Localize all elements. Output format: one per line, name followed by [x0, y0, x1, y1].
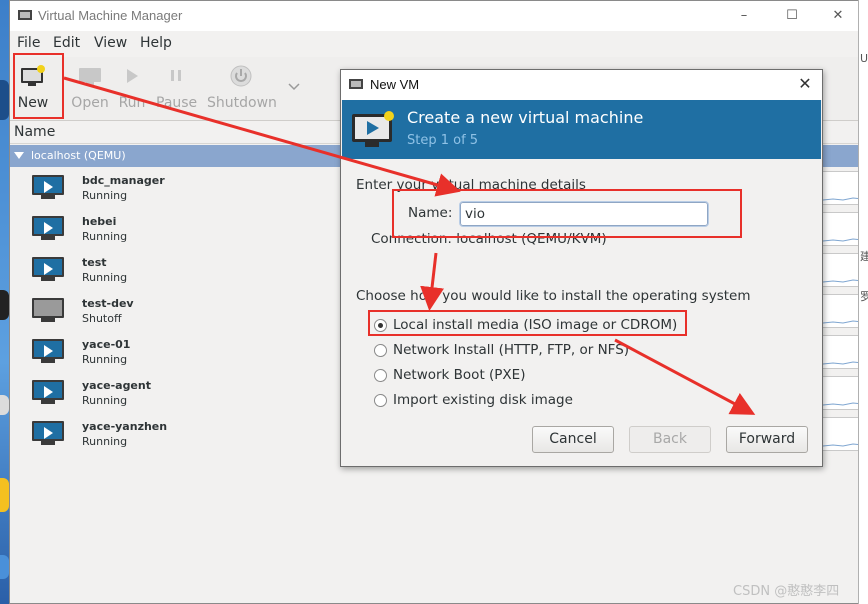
annotation-arrows — [63, 76, 756, 415]
arrow-new-to-name — [63, 76, 461, 197]
watermark: CSDN @憨憨李四 — [733, 584, 840, 599]
arrow-media-to-forward — [614, 338, 756, 415]
arrow-name-to-media — [420, 252, 444, 311]
